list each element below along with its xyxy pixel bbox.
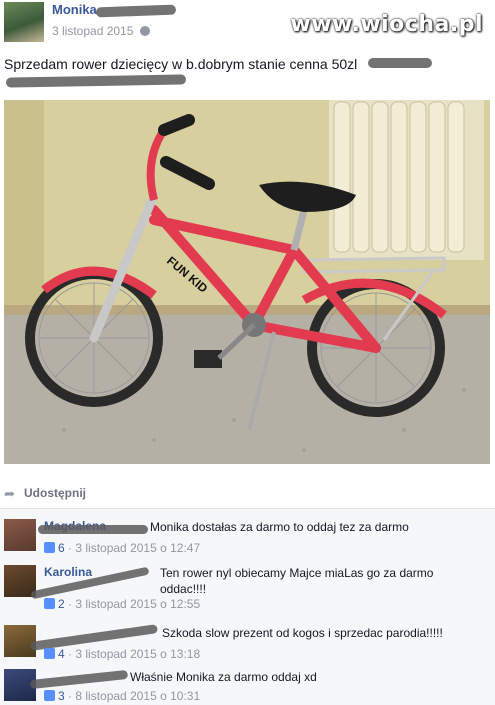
comment-text: Właśnie Monika za darmo oddaj xd	[130, 670, 317, 684]
like-icon[interactable]	[44, 690, 55, 701]
comment-time[interactable]: · 3 listopad 2015 o 12:47	[68, 541, 200, 555]
comment-item: Właśnie Monika za darmo oddaj xd 3 · 8 l…	[0, 663, 495, 705]
comment-author[interactable]: Karolina	[44, 565, 92, 579]
redaction-scribble	[368, 58, 432, 68]
comment-meta: 3 · 8 listopad 2015 o 10:31	[44, 689, 200, 703]
comment-item: Szkoda slow prezent od kogos i sprzedac …	[0, 619, 495, 667]
post-date[interactable]: 3 listopad 2015	[52, 24, 133, 38]
like-icon[interactable]	[44, 648, 55, 659]
globe-icon	[140, 26, 150, 36]
comment-item: Karolina Ten rower nyl obiecamy Majce mi…	[0, 559, 495, 615]
comment-time[interactable]: · 3 listopad 2015 o 13:18	[68, 647, 200, 661]
comment-item: Magdalena Monika dostałas za darmo to od…	[0, 513, 495, 561]
comment-time[interactable]: · 8 listopad 2015 o 10:31	[68, 689, 200, 703]
comment-meta: 6 · 3 listopad 2015 o 12:47	[44, 541, 200, 555]
like-count[interactable]: 6	[58, 541, 65, 555]
post-text-content: Sprzedam rower dziecięcy w b.dobrym stan…	[4, 56, 358, 72]
like-icon[interactable]	[44, 542, 55, 553]
comment-text: Szkoda slow prezent od kogos i sprzedac …	[162, 626, 443, 640]
comment-text: Ten rower nyl obiecamy Majce miaLas go z…	[160, 566, 434, 596]
commenter-avatar[interactable]	[4, 519, 36, 551]
redaction-scribble	[5, 74, 187, 88]
post-text: Sprzedam rower dziecięcy w b.dobrym stan…	[4, 54, 424, 74]
share-icon: ➦	[4, 486, 15, 501]
comment-text: Monika dostałas za darmo to oddaj tez za…	[150, 520, 409, 534]
comment-time[interactable]: · 3 listopad 2015 o 12:55	[68, 597, 200, 611]
like-count[interactable]: 4	[58, 647, 65, 661]
watermark: www.wiocha.pl	[290, 12, 483, 37]
redaction-scribble	[29, 669, 129, 690]
share-button[interactable]: Udostępnij	[24, 486, 86, 500]
post: Monika 3 listopad 2015 www.wiocha.pl Spr…	[0, 0, 495, 480]
comment-meta: 2 · 3 listopad 2015 o 12:55	[44, 597, 200, 611]
comments-section: Magdalena Monika dostałas za darmo to od…	[0, 508, 495, 705]
share-bar: ➦ Udostępnij	[0, 480, 495, 506]
like-count[interactable]: 3	[58, 689, 65, 703]
commenter-avatar[interactable]	[4, 625, 36, 657]
like-count[interactable]: 2	[58, 597, 65, 611]
post-author[interactable]: Monika	[52, 2, 97, 17]
author-avatar[interactable]	[4, 2, 44, 42]
like-icon[interactable]	[44, 598, 55, 609]
redaction-scribble	[95, 4, 177, 18]
post-photo[interactable]: FUN KID	[4, 100, 490, 464]
comment-meta: 4 · 3 listopad 2015 o 13:18	[44, 647, 200, 661]
redaction-scribble	[38, 525, 148, 534]
